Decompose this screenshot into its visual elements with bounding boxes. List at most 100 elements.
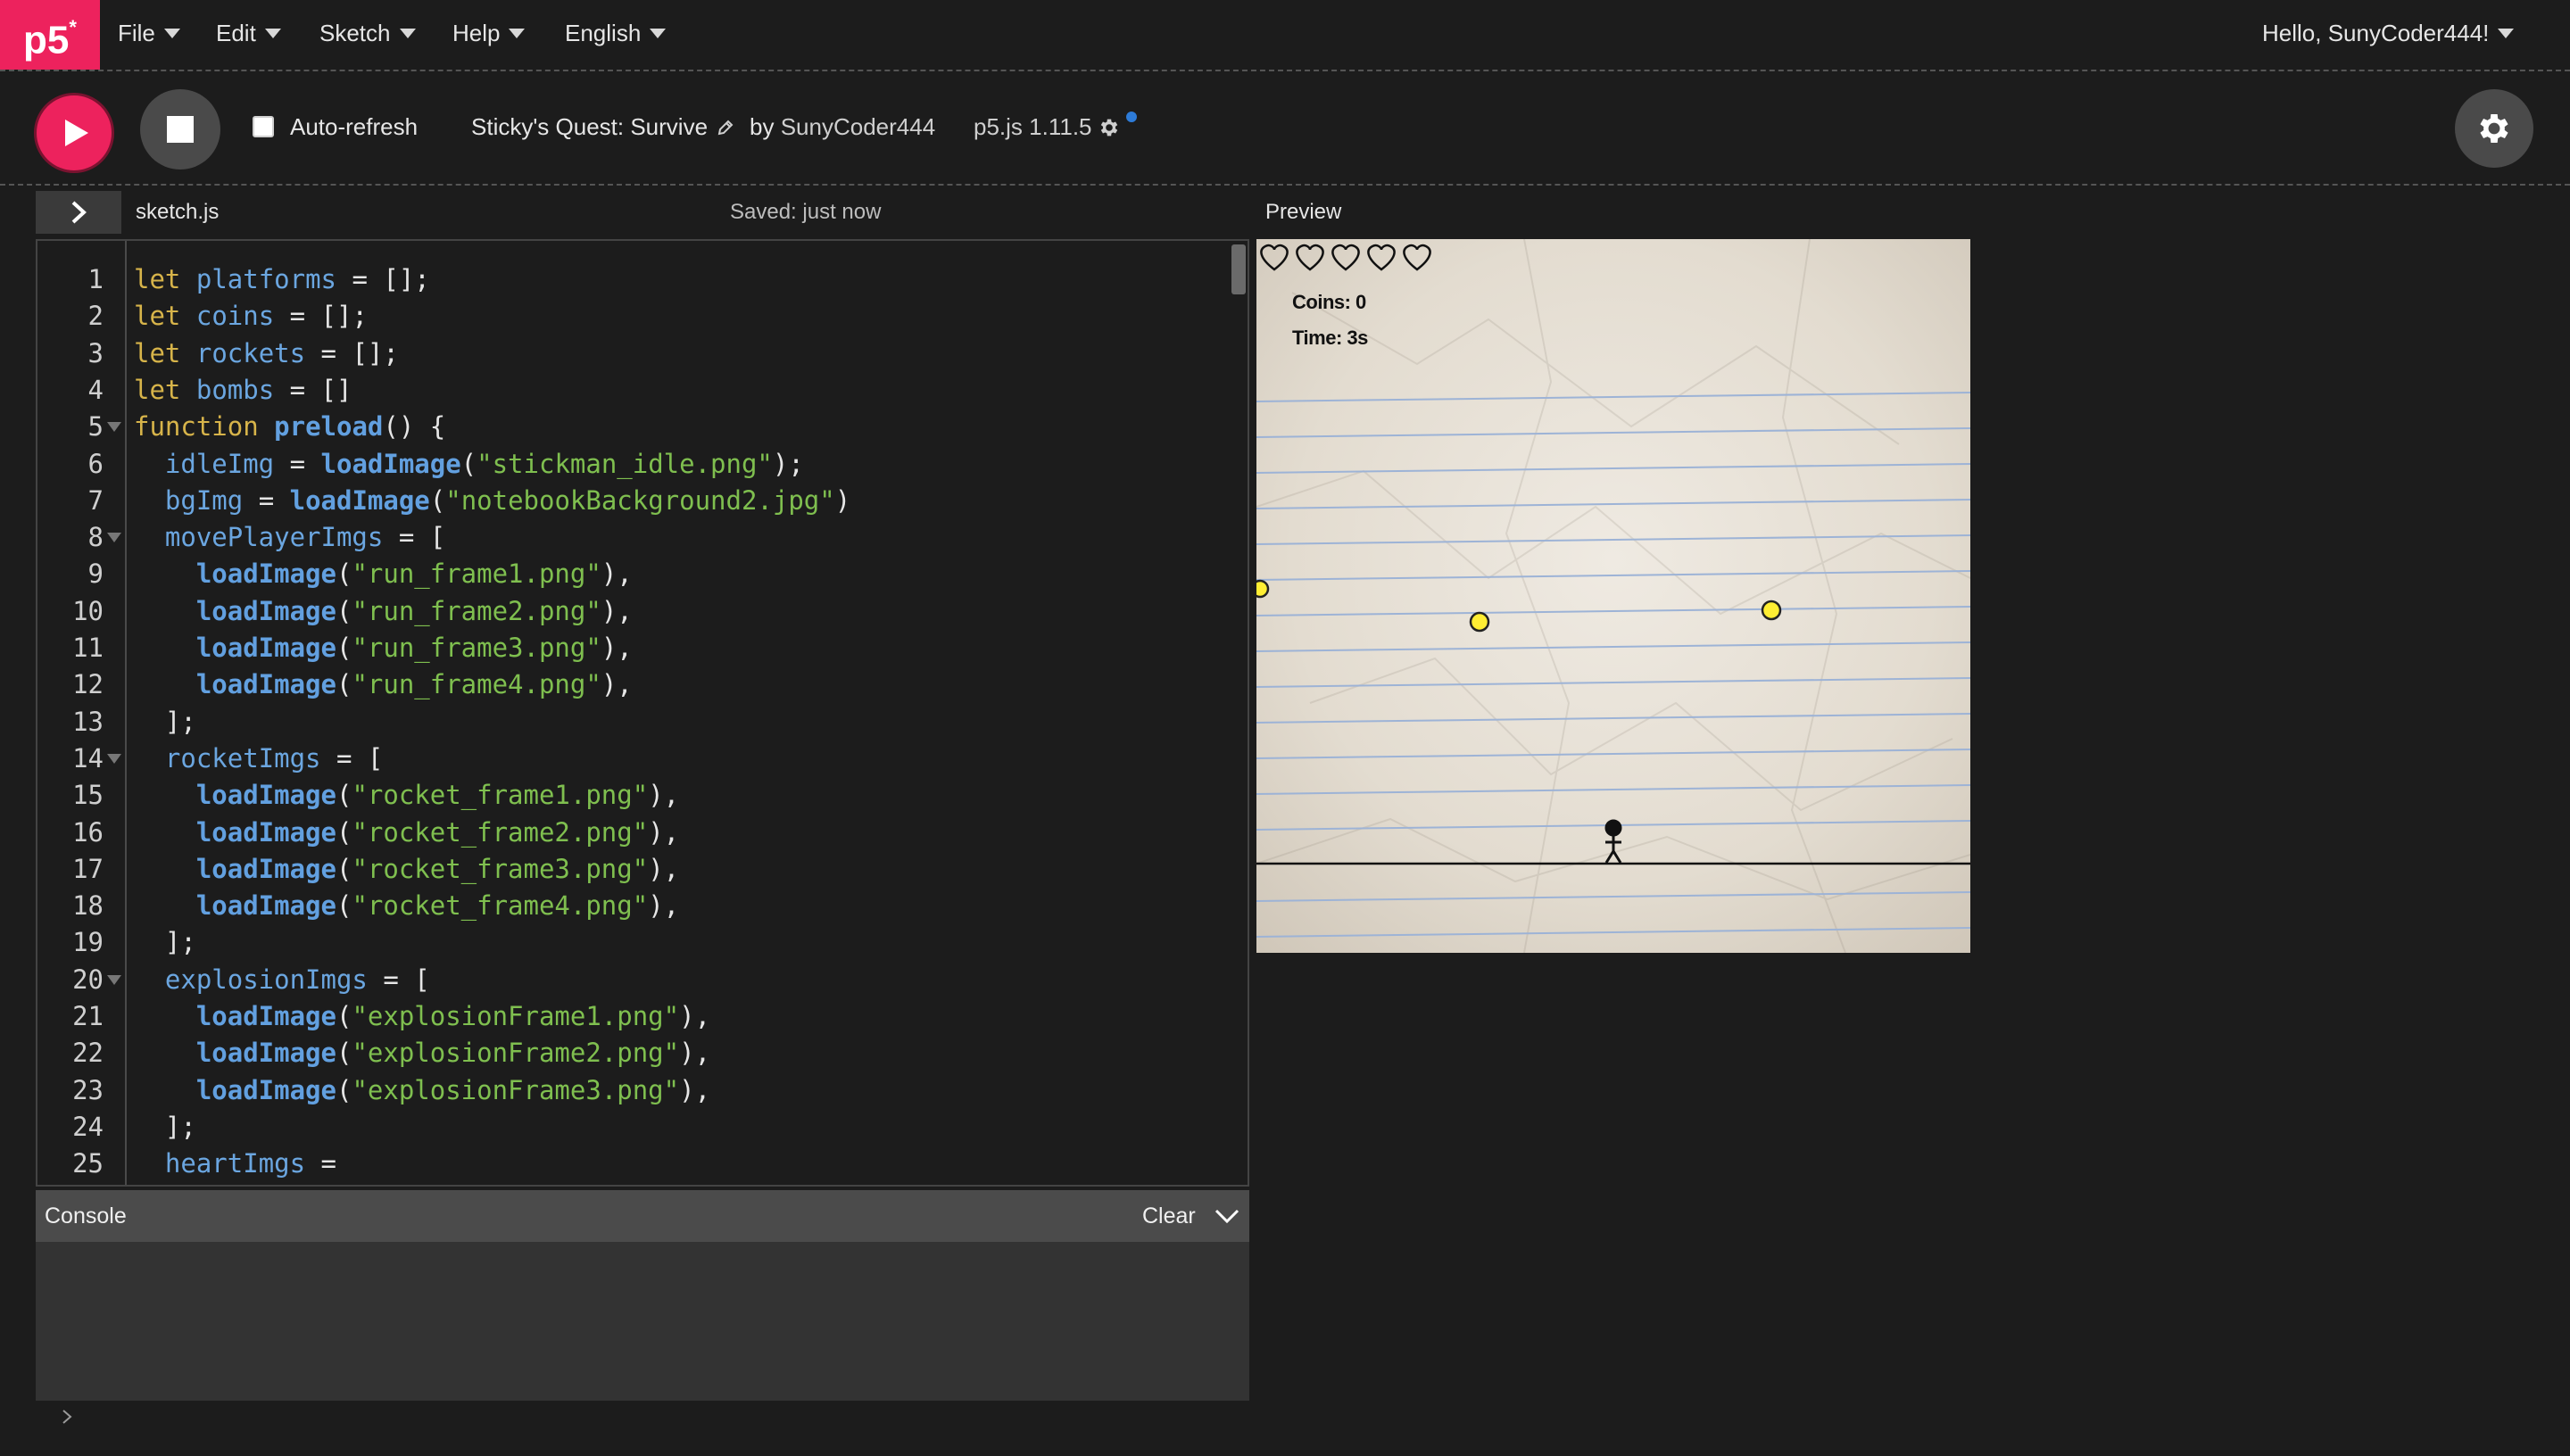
console-label: Console	[45, 1204, 127, 1228]
chevron-down-icon	[509, 28, 526, 38]
p5-logo[interactable]: p5*	[0, 0, 100, 70]
console-collapse-button[interactable]	[1214, 1206, 1240, 1230]
line-number: 17	[72, 853, 104, 884]
auto-refresh-label: Auto-refresh	[290, 113, 419, 140]
fold-toggle-icon[interactable]	[107, 974, 121, 985]
line-number: 5	[87, 411, 104, 443]
line-number: 24	[72, 1111, 104, 1142]
code-text: rocketImgs = [	[164, 742, 384, 774]
code-text: let bombs = []	[134, 374, 352, 405]
code-text: ];	[134, 706, 196, 737]
pencil-icon[interactable]	[717, 119, 734, 136]
line-number: 2	[87, 301, 104, 332]
code-text: explosionImgs = [	[164, 964, 430, 995]
sketch-title[interactable]: Sticky's Quest: Survive	[471, 113, 734, 141]
console-output	[36, 1242, 1249, 1401]
code-text: loadImage("rocket_frame1.png"),	[195, 780, 680, 811]
saved-status: Saved: just now	[730, 200, 882, 224]
stop-icon	[167, 116, 194, 143]
gear-icon	[2480, 114, 2508, 143]
menu-sketch[interactable]: Sketch	[319, 0, 416, 66]
menu-language[interactable]: English	[565, 0, 667, 66]
sidebar-toggle-button[interactable]	[36, 191, 121, 234]
menu-edit-label: Edit	[216, 20, 256, 46]
line-number: 1	[87, 264, 104, 294]
line-number: 15	[72, 780, 104, 811]
coin	[1256, 579, 1270, 599]
menu-edit[interactable]: Edit	[216, 0, 281, 66]
chevron-down-icon	[1215, 1209, 1239, 1224]
gear-icon	[1100, 119, 1117, 136]
version-selector[interactable]: p5.js 1.11.5	[974, 111, 1137, 141]
code-text: heartImgs =	[164, 1148, 336, 1179]
line-number: 3	[87, 337, 104, 368]
settings-button[interactable]	[2455, 89, 2533, 168]
preview-label: Preview	[1265, 200, 1342, 224]
code-text: [loadImage("heartFrame1.png"),loadImage(…	[134, 1184, 1178, 1186]
code-editor[interactable]: 1 let platforms = []; 2 let coins = []; 3 let…	[36, 239, 1249, 1187]
line-number: 6	[87, 448, 104, 479]
line-number: 14	[72, 742, 104, 774]
line-number: 20	[72, 964, 104, 995]
code-text: function preload() {	[134, 411, 446, 443]
chevron-down-icon	[399, 28, 416, 38]
code-text: loadImage("explosionFrame2.png"),	[195, 1038, 711, 1069]
line-number: 16	[72, 816, 104, 848]
code-text: ];	[134, 1111, 196, 1142]
sketch-author: by SunyCoder444	[750, 113, 935, 141]
update-dot	[1125, 111, 1137, 122]
chevron-down-icon	[264, 28, 281, 38]
code-text: loadImage("explosionFrame3.png"),	[195, 1074, 711, 1105]
code-text: let platforms = [];	[134, 264, 430, 294]
coin	[1469, 611, 1490, 633]
logo-mark: *	[69, 16, 77, 38]
hud-coins: Coins: 0	[1292, 291, 1366, 313]
code-text: loadImage("rocket_frame3.png"),	[195, 853, 680, 884]
play-icon	[65, 120, 88, 146]
console-input[interactable]	[61, 1408, 73, 1430]
console-clear-button[interactable]: Clear	[1142, 1204, 1196, 1229]
code-text: idleImg = loadImage("stickman_idle.png")…	[164, 448, 804, 479]
line-number: 7	[87, 484, 104, 516]
fold-toggle-icon[interactable]	[107, 753, 121, 764]
line-number: 18	[72, 890, 104, 922]
version-label: p5.js 1.11.5	[974, 113, 1092, 140]
editor-scrollbar[interactable]	[1231, 244, 1246, 294]
menu-file[interactable]: File	[118, 0, 180, 66]
auto-refresh-checkbox[interactable]	[253, 116, 274, 137]
line-number: 22	[72, 1038, 104, 1069]
line-number: 8	[87, 522, 104, 553]
stop-button[interactable]	[140, 89, 220, 170]
file-tab-sketch-js[interactable]: sketch.js	[136, 200, 219, 225]
chevron-right-icon	[71, 201, 87, 224]
line-number: 10	[72, 595, 104, 626]
menu-language-label: English	[565, 20, 642, 46]
author-link[interactable]: SunyCoder444	[781, 113, 935, 140]
fold-toggle-icon[interactable]	[107, 533, 121, 543]
line-number: 12	[72, 669, 104, 700]
code-text: ];	[134, 927, 196, 958]
sketch-title-text: Sticky's Quest: Survive	[471, 113, 709, 140]
coin	[1761, 600, 1782, 621]
line-number: 11	[72, 633, 104, 663]
line-number: 4	[87, 374, 104, 405]
by-label: by	[750, 113, 775, 140]
chevron-right-icon	[62, 1410, 72, 1424]
menu-sketch-label: Sketch	[319, 20, 391, 46]
line-number: 19	[72, 927, 104, 958]
line-number: 25	[72, 1148, 104, 1179]
fold-toggle-icon[interactable]	[107, 422, 121, 433]
menu-file-label: File	[118, 20, 155, 46]
user-menu[interactable]: Hello, SunyCoder444!	[2262, 0, 2515, 66]
line-number: 21	[72, 1001, 104, 1031]
code-text: loadImage("run_frame3.png"),	[195, 633, 633, 663]
code-text: loadImage("explosionFrame1.png"),	[195, 1001, 711, 1031]
play-button[interactable]	[34, 93, 114, 173]
code-text: let rockets = [];	[134, 337, 399, 368]
code-text: loadImage("rocket_frame4.png"),	[195, 890, 680, 922]
menu-help[interactable]: Help	[452, 0, 526, 66]
logo-text: p5	[23, 18, 70, 62]
line-number: 13	[72, 706, 104, 737]
code-text: loadImage("run_frame4.png"),	[195, 669, 633, 700]
chevron-down-icon	[650, 28, 667, 38]
